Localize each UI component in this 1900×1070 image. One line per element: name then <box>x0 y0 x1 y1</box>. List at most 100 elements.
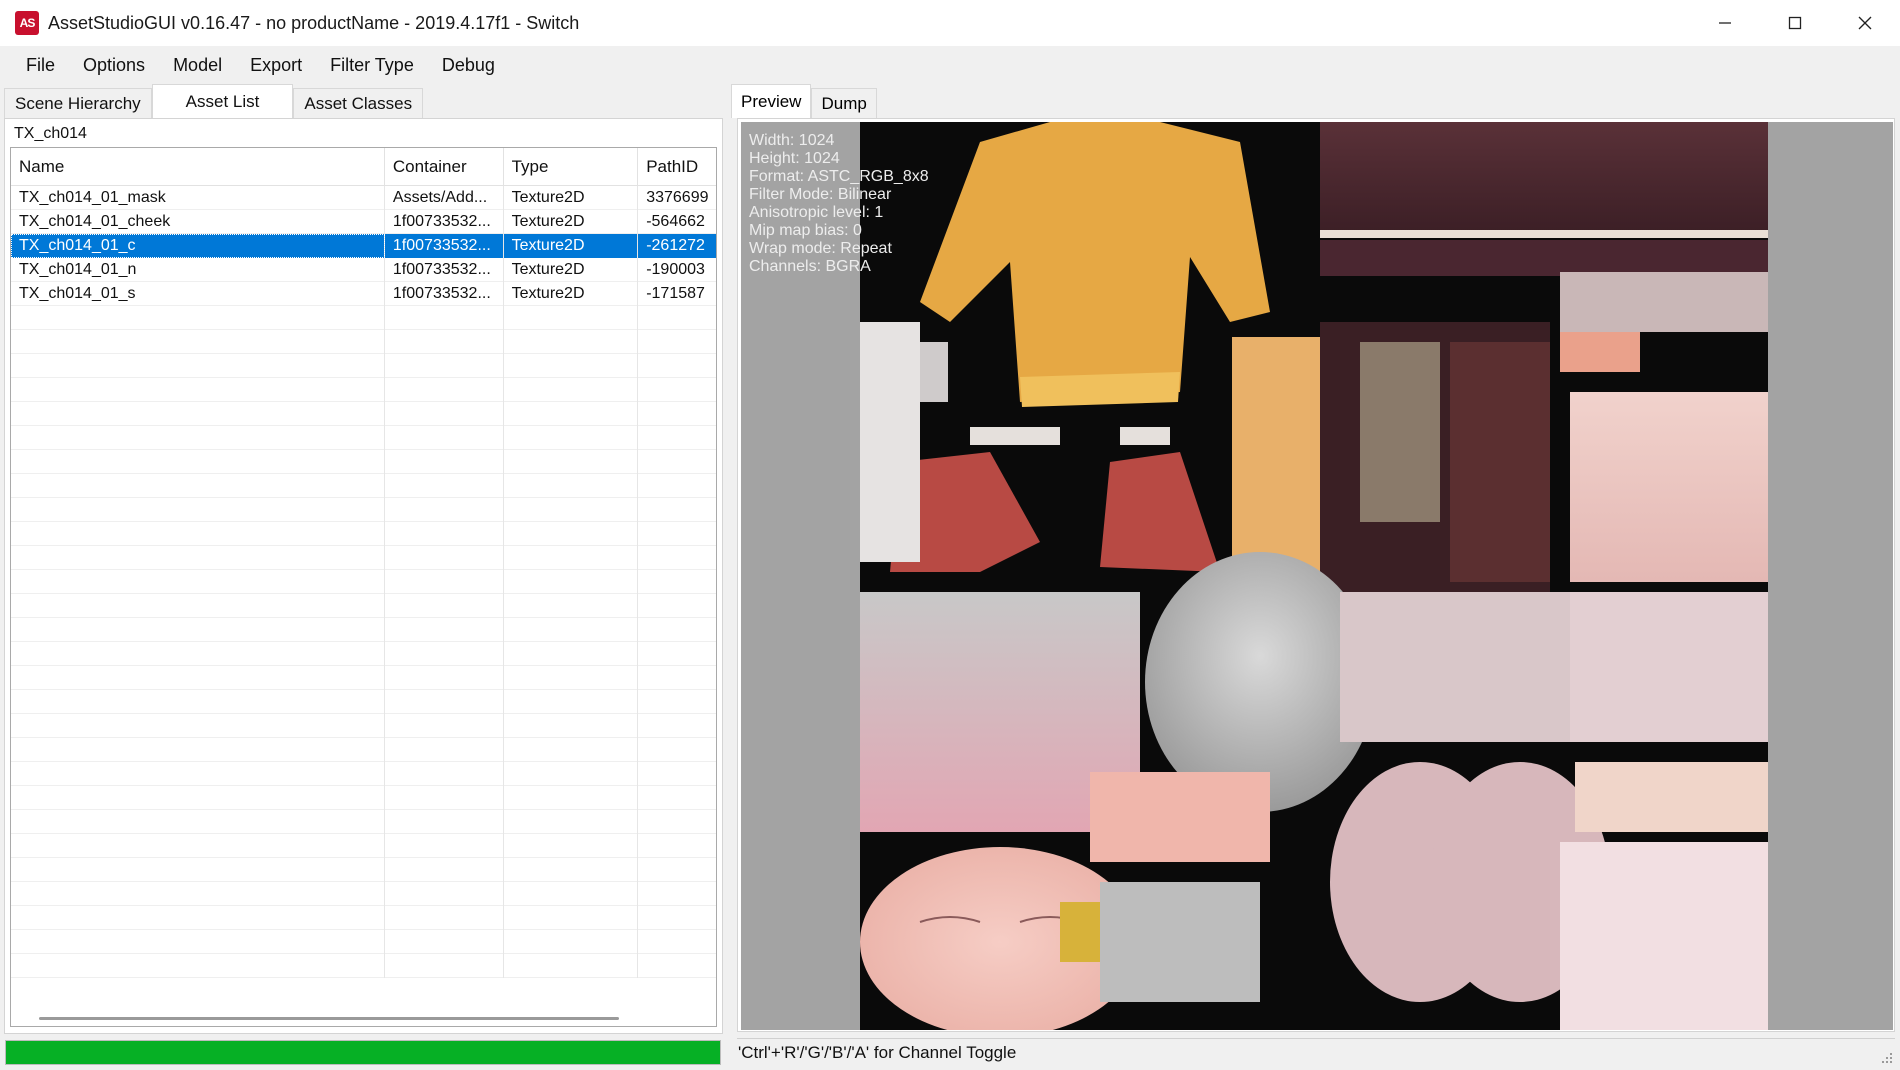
empty-cell <box>11 642 385 666</box>
empty-row <box>11 330 716 354</box>
empty-row <box>11 306 716 330</box>
title-bar: AS AssetStudioGUI v0.16.47 - no productN… <box>0 0 1900 46</box>
empty-row <box>11 786 716 810</box>
menu-debug[interactable]: Debug <box>428 55 509 76</box>
column-header-pathid[interactable]: PathID <box>638 148 716 186</box>
texture-filter-mode: Filter Mode: Bilinear <box>749 186 892 203</box>
menu-file[interactable]: File <box>12 55 69 76</box>
close-icon <box>1858 16 1872 30</box>
cell-pathid: -564662 <box>646 213 705 230</box>
empty-cell <box>504 402 639 426</box>
tab-asset-list[interactable]: Asset List <box>151 84 294 118</box>
menu-export[interactable]: Export <box>236 55 316 76</box>
empty-cell <box>11 330 385 354</box>
empty-cell <box>504 810 639 834</box>
empty-row <box>11 906 716 930</box>
empty-cell <box>638 378 716 402</box>
empty-cell <box>504 330 639 354</box>
texture-format: Format: ASTC_RGB_8x8 <box>749 168 929 185</box>
maximize-button[interactable] <box>1760 0 1830 46</box>
table-row[interactable]: TX_ch014_01_s 1f00733532... Texture2D -1… <box>11 282 716 306</box>
empty-cell <box>11 906 385 930</box>
cell-name: TX_ch014_01_cheek <box>11 210 385 234</box>
table-row[interactable]: TX_ch014_01_mask Assets/Add... Texture2D… <box>11 186 716 210</box>
empty-cell <box>11 954 385 978</box>
tab-preview[interactable]: Preview <box>731 84 812 118</box>
empty-row <box>11 378 716 402</box>
empty-cell <box>504 882 639 906</box>
cell-type: Texture2D <box>504 282 639 306</box>
cell-container: Assets/Add... <box>385 186 504 210</box>
empty-cell <box>11 594 385 618</box>
empty-row <box>11 714 716 738</box>
empty-rows <box>11 306 716 978</box>
texture-width: Width: 1024 <box>749 132 835 149</box>
empty-row <box>11 594 716 618</box>
empty-cell <box>638 906 716 930</box>
texture-mipmap-bias: Mip map bias: 0 <box>749 222 862 239</box>
table-row[interactable]: TX_ch014_01_cheek 1f00733532... Texture2… <box>11 210 716 234</box>
close-button[interactable] <box>1830 0 1900 46</box>
empty-cell <box>504 354 639 378</box>
cell-container: 1f00733532... <box>385 258 504 282</box>
empty-cell <box>504 522 639 546</box>
empty-row <box>11 810 716 834</box>
empty-cell <box>504 378 639 402</box>
empty-cell <box>11 522 385 546</box>
cell-type: Texture2D <box>504 258 639 282</box>
empty-cell <box>504 306 639 330</box>
texture-channels: Channels: BGRA <box>749 258 871 275</box>
menu-options[interactable]: Options <box>69 55 159 76</box>
texture-image <box>860 122 1768 1030</box>
size-grip-icon[interactable] <box>1879 1050 1893 1064</box>
empty-cell <box>504 546 639 570</box>
left-tab-strip: Scene Hierarchy Asset List Asset Classes <box>4 84 723 118</box>
menu-filter-type[interactable]: Filter Type <box>316 55 428 76</box>
empty-cell <box>504 594 639 618</box>
column-header-name[interactable]: Name <box>11 148 385 186</box>
empty-cell <box>385 354 504 378</box>
status-text: 'Ctrl'+'R'/'G'/'B'/'A' for Channel Toggl… <box>738 1043 1017 1062</box>
empty-cell <box>638 450 716 474</box>
empty-cell <box>385 618 504 642</box>
panel-splitter[interactable] <box>723 84 731 1070</box>
asset-list-view[interactable]: Name Container Type PathID TX_ch014_01_m… <box>10 147 717 1027</box>
cell-pathid: -171587 <box>646 285 705 302</box>
minimize-icon <box>1719 22 1731 24</box>
cell-container: 1f00733532... <box>385 282 504 306</box>
minimize-button[interactable] <box>1690 0 1760 46</box>
tab-asset-classes[interactable]: Asset Classes <box>293 88 424 118</box>
empty-cell <box>504 498 639 522</box>
empty-cell <box>504 666 639 690</box>
tab-dump[interactable]: Dump <box>811 88 877 118</box>
empty-cell <box>11 474 385 498</box>
filter-input[interactable]: TX_ch014 <box>10 122 715 146</box>
empty-cell <box>504 690 639 714</box>
empty-row <box>11 762 716 786</box>
empty-cell <box>385 786 504 810</box>
empty-cell <box>385 330 504 354</box>
preview-area: Width: 1024 Height: 1024 Format: ASTC_RG… <box>737 118 1895 1032</box>
empty-cell <box>385 882 504 906</box>
empty-cell <box>11 450 385 474</box>
cell-pathid: -261272 <box>638 234 716 258</box>
preview-canvas[interactable]: Width: 1024 Height: 1024 Format: ASTC_RG… <box>741 122 1893 1030</box>
empty-cell <box>638 954 716 978</box>
empty-cell <box>385 810 504 834</box>
table-row-selected[interactable]: TX_ch014_01_c 1f00733532... Texture2D -2… <box>11 234 716 258</box>
tab-scene-hierarchy[interactable]: Scene Hierarchy <box>4 88 152 118</box>
empty-cell <box>385 498 504 522</box>
menu-model[interactable]: Model <box>159 55 236 76</box>
empty-row <box>11 570 716 594</box>
empty-cell <box>504 786 639 810</box>
texture-atlas-graphic <box>860 122 1768 1030</box>
table-row[interactable]: TX_ch014_01_n 1f00733532... Texture2D -1… <box>11 258 716 282</box>
column-header-container[interactable]: Container <box>385 148 504 186</box>
cell-type: Texture2D <box>503 234 639 258</box>
empty-cell <box>638 714 716 738</box>
empty-cell <box>385 594 504 618</box>
column-header-type[interactable]: Type <box>504 148 639 186</box>
empty-row <box>11 642 716 666</box>
empty-cell <box>11 426 385 450</box>
horizontal-scrollbar[interactable] <box>39 1017 619 1020</box>
